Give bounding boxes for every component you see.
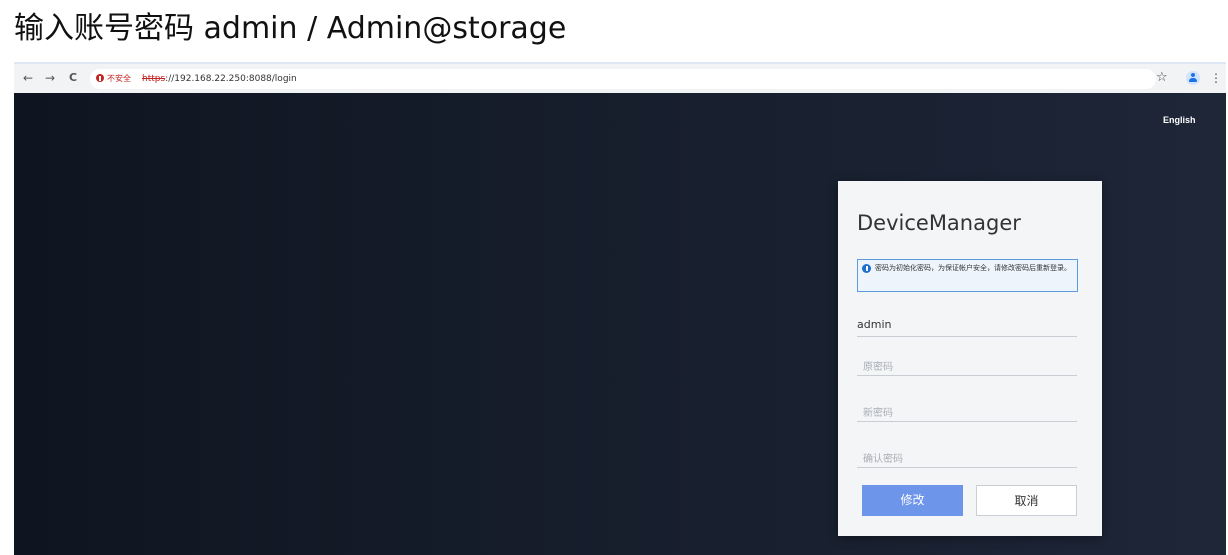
username-value: admin — [857, 318, 892, 331]
instruction-caption: 输入账号密码 admin / Admin@storage — [14, 11, 567, 46]
change-password-dialog: DeviceManager 密码为初始化密码，为保证帐户安全，请修改密码后重新登… — [838, 181, 1102, 536]
insecure-label: 不安全 — [107, 74, 131, 83]
browser-window: ← → C 不安全 https://192.168.22.250:8088/lo… — [14, 62, 1226, 555]
profile-icon[interactable] — [1186, 71, 1200, 85]
old-password-field[interactable]: 原密码 — [857, 353, 1077, 376]
initial-password-notice: 密码为初始化密码，为保证帐户安全，请修改密码后重新登录。 — [857, 259, 1078, 292]
forward-icon[interactable]: → — [42, 70, 58, 86]
old-password-placeholder: 原密码 — [863, 362, 893, 373]
page-viewport: English DeviceManager 密码为初始化密码，为保证帐户安全，请… — [14, 93, 1226, 555]
submit-button[interactable]: 修改 — [862, 485, 963, 516]
warning-icon — [96, 74, 104, 82]
security-indicator[interactable]: 不安全 — [96, 71, 131, 87]
address-bar[interactable]: 不安全 https://192.168.22.250:8088/login — [90, 69, 1156, 89]
star-icon[interactable]: ☆ — [1156, 70, 1168, 86]
cancel-button[interactable]: 取消 — [976, 485, 1077, 516]
more-icon[interactable]: ⋮ — [1210, 70, 1222, 86]
dialog-title: DeviceManager — [857, 211, 1021, 235]
language-switch-link[interactable]: English — [1163, 115, 1196, 125]
url-text[interactable]: https://192.168.22.250:8088/login — [142, 71, 297, 87]
confirm-password-field[interactable]: 确认密码 — [857, 445, 1077, 468]
new-password-placeholder: 新密码 — [863, 408, 893, 419]
username-field[interactable]: admin — [857, 314, 1077, 337]
new-password-field[interactable]: 新密码 — [857, 399, 1077, 422]
info-icon — [862, 264, 871, 273]
confirm-password-placeholder: 确认密码 — [863, 454, 903, 465]
back-icon[interactable]: ← — [20, 70, 36, 86]
browser-toolbar: ← → C 不安全 https://192.168.22.250:8088/lo… — [14, 62, 1226, 93]
url-scheme: https — [142, 74, 166, 84]
url-path: ://192.168.22.250:8088/login — [165, 74, 297, 84]
notice-text: 密码为初始化密码，为保证帐户安全，请修改密码后重新登录。 — [875, 264, 1071, 272]
reload-icon[interactable]: C — [65, 70, 81, 86]
